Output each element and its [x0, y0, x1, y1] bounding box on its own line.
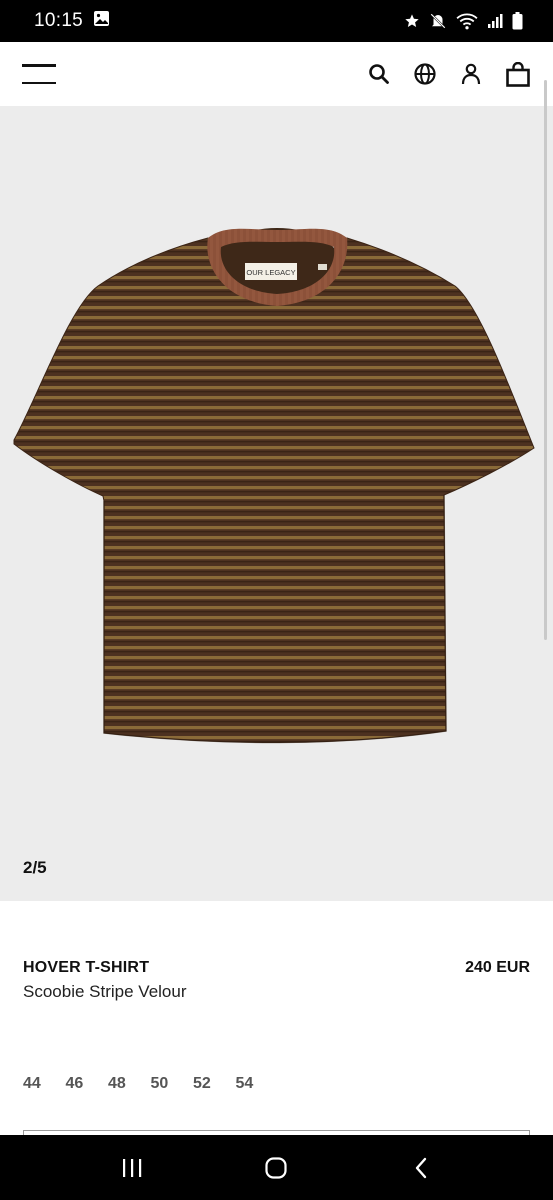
size-option[interactable]: 54	[236, 1075, 279, 1093]
status-right	[404, 12, 523, 30]
mute-icon	[429, 12, 447, 30]
size-option[interactable]: 50	[151, 1075, 194, 1093]
battery-icon	[512, 12, 523, 30]
status-bar: 10:15	[0, 0, 553, 42]
search-icon[interactable]	[367, 62, 391, 86]
home-icon[interactable]	[246, 1143, 306, 1193]
status-left: 10:15	[34, 10, 110, 32]
brand-label: OUR LEGACY	[246, 268, 295, 277]
size-option[interactable]: 44	[23, 1075, 66, 1093]
status-time: 10:15	[34, 10, 84, 31]
menu-icon[interactable]	[22, 64, 56, 84]
bag-icon[interactable]	[505, 61, 530, 87]
system-nav-bar	[0, 1135, 553, 1200]
scrollbar[interactable]	[544, 80, 547, 640]
size-option[interactable]: 52	[193, 1075, 236, 1093]
size-selector: 44 46 48 50 52 54	[23, 1075, 278, 1093]
account-icon[interactable]	[459, 62, 483, 86]
product-name-row: HOVER T-SHIRT 240 EUR	[23, 959, 530, 977]
size-option[interactable]: 48	[108, 1075, 151, 1093]
star-icon	[404, 13, 420, 29]
recents-icon[interactable]	[102, 1143, 162, 1193]
image-icon	[93, 10, 110, 32]
product-gallery[interactable]: OUR LEGACY 2/5	[0, 106, 553, 901]
product-info: HOVER T-SHIRT 240 EUR Scoobie Stripe Vel…	[0, 901, 553, 1136]
menu-bar	[22, 64, 56, 67]
globe-icon[interactable]	[413, 62, 437, 86]
site-header	[0, 42, 553, 106]
product-price: 240 EUR	[465, 959, 530, 976]
product-variant: Scoobie Stripe Velour	[23, 982, 187, 1001]
image-counter: 2/5	[23, 858, 47, 877]
header-actions	[367, 61, 530, 87]
product-image: OUR LEGACY	[13, 228, 535, 744]
size-option[interactable]: 46	[66, 1075, 109, 1093]
product-name: HOVER T-SHIRT	[23, 959, 150, 976]
wifi-icon	[456, 12, 478, 30]
signal-icon	[487, 13, 503, 29]
menu-bar	[22, 81, 56, 84]
back-icon[interactable]	[391, 1143, 451, 1193]
